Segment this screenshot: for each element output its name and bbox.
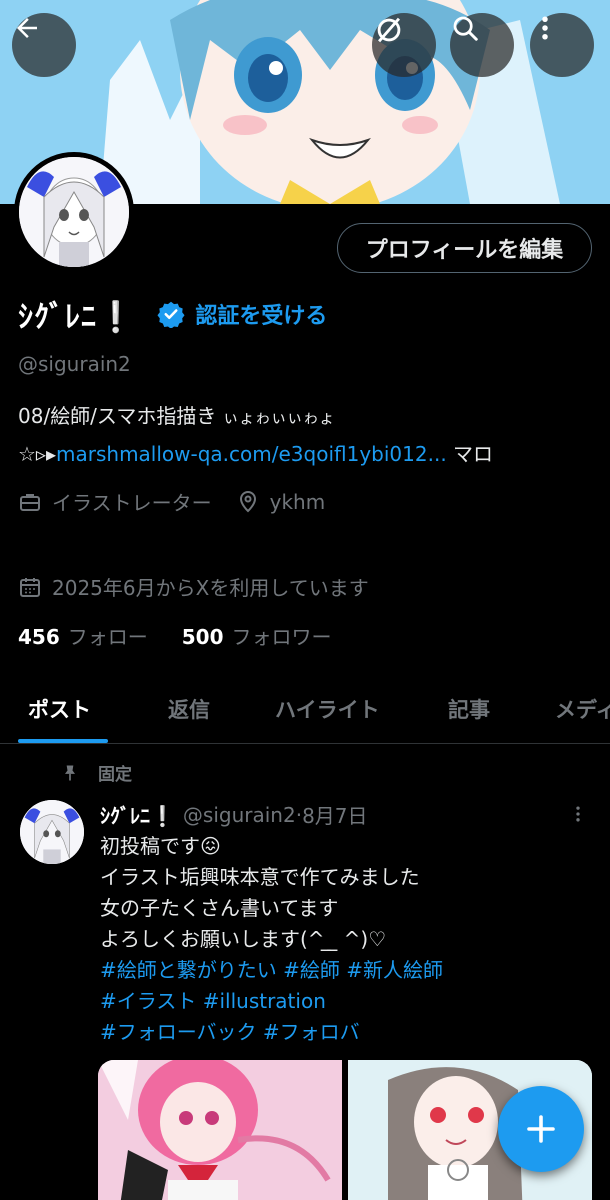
arrow-left-icon (17, 18, 37, 38)
follow-stats: 456 フォロー 500 フォロワー (18, 621, 332, 650)
location-item: ykhm (236, 489, 326, 514)
post-line: 初投稿です😖 (100, 834, 221, 858)
more-options-button[interactable] (530, 13, 594, 77)
bio-line-2: ☆▹▸marshmallow-qa.com/e3qoifl1ybi012... … (18, 438, 493, 467)
pink-girl-illustration (98, 1060, 342, 1200)
post-header: ｼｸﾞﾚﾆ❕ @sigurain2 · 8月7日 (100, 800, 368, 829)
compose-post-button[interactable] (498, 1086, 584, 1172)
followers-label: フォロワー (231, 625, 332, 649)
joined-date: 2025年6月からXを利用しています (18, 572, 369, 601)
mute-button[interactable] (372, 13, 436, 77)
circle-slash-icon (377, 17, 401, 43)
tab-highlights[interactable]: ハイライト (275, 694, 380, 724)
pin-icon (65, 765, 75, 780)
more-vertical-icon (576, 806, 580, 822)
post-text: 初投稿です😖 イラスト垢興味本意で作てみました 女の子たくさん書いてます よろし… (100, 831, 580, 1048)
joined-label: 2025年6月からXを利用しています (52, 576, 369, 600)
bio-line-1-small: ぃょゎぃぃゎょ (222, 408, 335, 427)
search-icon (453, 16, 478, 41)
profession-label: イラストレーター (52, 491, 212, 515)
name-row: ｼｸﾞﾚﾆ❕ 認証を受ける (18, 292, 327, 336)
tab-articles[interactable]: 記事 (448, 694, 490, 724)
get-verified-button[interactable]: 認証を受ける (157, 298, 327, 330)
post-author-name[interactable]: ｼｸﾞﾚﾆ❕ (100, 800, 175, 829)
following-count: 456 (18, 625, 60, 649)
following-label: フォロー (67, 625, 148, 649)
post-author-handle[interactable]: @sigurain2 (183, 803, 296, 827)
profile-avatar[interactable] (14, 152, 134, 272)
bio-line-1: 08/絵師/スマホ指描き ぃょゎぃぃゎょ (18, 400, 335, 429)
avatar-image (19, 157, 129, 267)
post-avatar-illustration (20, 800, 84, 864)
back-button[interactable] (12, 13, 76, 77)
post-more-button[interactable] (566, 800, 590, 828)
bio-line-2-suffix: マロ (446, 442, 494, 466)
bio-line-2-prefix: ☆▹▸ (18, 442, 57, 466)
profile-tabs: ポスト 返信 ハイライト 記事 メディア (0, 680, 610, 744)
profile-handle: @sigurain2 (18, 352, 131, 376)
verified-badge-icon (157, 301, 185, 328)
post-date[interactable]: 8月7日 (302, 800, 367, 829)
location-pin-icon (239, 490, 256, 512)
plus-icon (527, 1115, 555, 1143)
profession-item: イラストレーター (18, 487, 212, 516)
pinned-indicator: 固定 (60, 760, 132, 785)
calendar-icon (20, 577, 40, 597)
tab-posts[interactable]: ポスト (28, 694, 91, 724)
post-media-image-1[interactable] (98, 1060, 342, 1200)
pinned-label: 固定 (98, 765, 132, 785)
profile-meta-row: イラストレーター ykhm (18, 487, 325, 516)
search-button[interactable] (450, 13, 514, 77)
post-line: イラスト垢興味本意で作てみました (100, 865, 420, 889)
bio-line-1-main: 08/絵師/スマホ指描き (18, 404, 223, 428)
edit-profile-button[interactable]: プロフィールを編集 (337, 223, 592, 273)
post-line: 女の子たくさん書いてます (100, 896, 339, 920)
post-hashtags[interactable]: #フォローバック #フォロバ (100, 1017, 580, 1048)
briefcase-icon (20, 493, 40, 511)
display-name: ｼｸﾞﾚﾆ❕ (18, 300, 136, 335)
bio-link[interactable]: marshmallow-qa.com/e3qoifl1ybi012... (56, 442, 447, 466)
following-link[interactable]: 456 フォロー (18, 621, 148, 650)
post-hashtags[interactable]: #絵師と繋がりたい #絵師 #新人絵師 (100, 955, 580, 986)
avatar-illustration (19, 157, 129, 267)
post-hashtags[interactable]: #イラスト #illustration (100, 986, 580, 1017)
active-tab-indicator (18, 739, 108, 743)
followers-link[interactable]: 500 フォロワー (182, 621, 332, 650)
post-line: よろしくお願いします(^ ̲ ̲ ^)♡ (100, 927, 387, 951)
get-verified-label: 認証を受ける (195, 304, 328, 329)
followers-count: 500 (181, 625, 224, 649)
post-author-avatar[interactable] (20, 800, 84, 864)
tab-media[interactable]: メディア (555, 694, 610, 724)
more-vertical-icon (542, 16, 548, 40)
location-label: ykhm (269, 489, 326, 514)
tab-replies[interactable]: 返信 (168, 694, 210, 724)
